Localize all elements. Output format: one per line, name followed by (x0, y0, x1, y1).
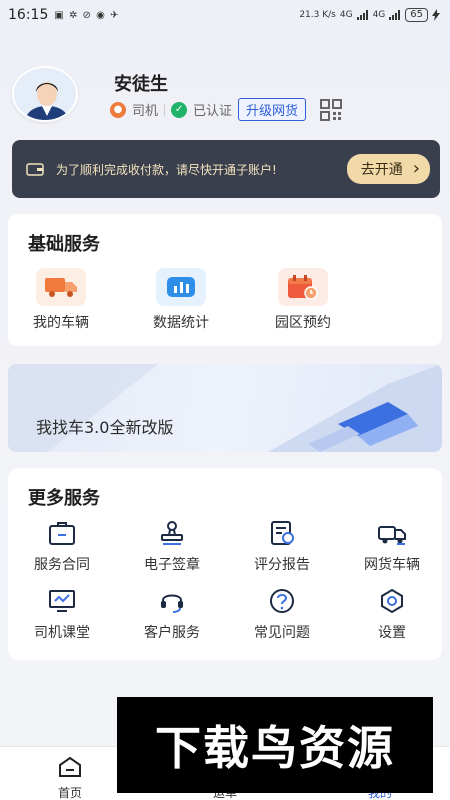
service-label: 我的车辆 (33, 315, 89, 331)
service-settings[interactable]: 设置 (340, 588, 444, 642)
classroom-icon (49, 590, 75, 612)
service-e-signature[interactable]: 电子签章 (120, 520, 224, 574)
service-network-vehicles[interactable]: 网货车辆 (340, 520, 444, 574)
service-driver-classroom[interactable]: 司机课堂 (10, 588, 114, 642)
question-icon (270, 589, 294, 613)
open-account-button[interactable]: 去开通 › (346, 154, 430, 184)
basic-services-title: 基础服务 (28, 234, 100, 255)
watermark-text: 下载鸟资源 (155, 721, 395, 775)
watermark-overlay: 下载鸟资源 (117, 697, 433, 793)
banner-decoration (8, 364, 442, 452)
chevron-right-icon: › (412, 158, 420, 179)
service-data-statistics[interactable]: 数据统计 (136, 268, 226, 332)
status-bar: 16:15 ▣ ✲ ⊘ ◉ ✈ 21.3 K/s 4G 4G 65 (0, 0, 450, 30)
service-label: 评分报告 (254, 557, 310, 573)
calendar-icon-box (278, 268, 328, 306)
headset-icon (161, 594, 183, 613)
user-name: 安徒生 (114, 74, 168, 95)
service-my-vehicles[interactable]: 我的车辆 (16, 268, 106, 332)
service-label: 数据统计 (153, 315, 209, 331)
stamp-icon (161, 521, 183, 545)
vehicle-icon (378, 526, 406, 545)
net-speed: 21.3 K/s (299, 10, 336, 20)
nav-home[interactable]: 首页 (30, 755, 110, 800)
verified-label: 已认证 (193, 104, 233, 119)
open-account-label: 去开通 (360, 162, 403, 178)
battery-indicator: 65 (405, 8, 428, 22)
status-time: 16:15 (8, 7, 49, 23)
charging-icon (432, 9, 440, 21)
service-faq[interactable]: 常见问题 (230, 588, 334, 642)
service-label: 园区预约 (275, 315, 331, 331)
status-left: 16:15 ▣ ✲ ⊘ ◉ ✈ (8, 7, 119, 23)
briefcase-icon (49, 522, 75, 545)
profile-tags: ● 司机 ✓ 已认证 升级网货 (110, 98, 343, 121)
upgrade-button[interactable]: 升级网货 (238, 98, 307, 121)
service-label: 客户服务 (144, 625, 200, 641)
nav-label: 首页 (57, 786, 82, 800)
service-label: 常见问题 (254, 625, 310, 641)
status-right: 21.3 K/s 4G 4G 65 (299, 8, 440, 22)
service-customer-service[interactable]: 客户服务 (120, 588, 224, 642)
home-icon (59, 756, 81, 777)
driver-icon: ● (110, 101, 126, 118)
avatar[interactable] (12, 66, 78, 122)
signal-4g-2: 4G (372, 10, 386, 20)
service-label: 服务合同 (34, 557, 90, 573)
user-avatar-icon (14, 68, 76, 120)
qr-code-icon[interactable] (320, 98, 343, 121)
more-services-title: 更多服务 (28, 488, 100, 509)
signal-4g-1: 4G (339, 10, 353, 20)
more-services-card: 更多服务 服务合同 电子签章 评分报告 网货车辆 司机课堂 客户服务 常见问题 … (8, 468, 442, 660)
service-label: 设置 (378, 625, 406, 641)
service-park-reservation[interactable]: 园区预约 (258, 268, 348, 332)
report-icon (271, 521, 294, 545)
signal-bars-icon-2 (389, 10, 401, 20)
verified-check-icon: ✓ (171, 101, 188, 118)
banner-text: 我找车3.0全新改版 (36, 418, 174, 437)
profile-header[interactable]: 安徒生 ● 司机 ✓ 已认证 升级网货 (12, 66, 442, 126)
basic-services-grid: 我的车辆 数据统计 园区预约 (8, 268, 442, 344)
service-label: 网货车辆 (364, 557, 420, 573)
service-rating-report[interactable]: 评分报告 (230, 520, 334, 574)
role-label: 司机 (132, 104, 159, 119)
chart-icon-box (156, 268, 206, 306)
notice-text: 为了顺利完成收付款，请尽快开通子账户! (56, 162, 277, 177)
notification-icons: ▣ ✲ ⊘ ◉ ✈ (54, 9, 120, 21)
account-notice-banner: 为了顺利完成收付款，请尽快开通子账户! 去开通 › (12, 140, 440, 198)
truck-icon (45, 278, 77, 297)
calendar-icon (288, 275, 318, 300)
wallet-icon (26, 163, 44, 176)
service-label: 司机课堂 (34, 625, 90, 641)
truck-icon-box (36, 268, 86, 306)
tag-divider (164, 103, 166, 116)
promo-banner[interactable]: 我找车3.0全新改版 (8, 364, 442, 452)
service-label: 电子签章 (144, 557, 200, 573)
settings-icon (381, 588, 403, 614)
signal-bars-icon (356, 10, 368, 20)
chart-icon (167, 277, 195, 297)
service-contract[interactable]: 服务合同 (10, 520, 114, 574)
basic-services-card: 基础服务 我的车辆 数据统计 园区预约 (8, 214, 442, 346)
